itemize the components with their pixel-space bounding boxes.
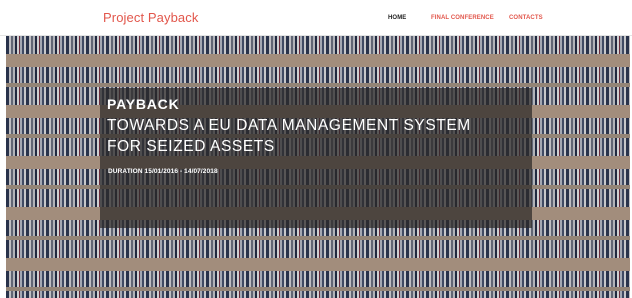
nav-contacts-link[interactable]: CONTACTS <box>509 15 543 21</box>
top-navbar: Project Payback HOME FINAL CONFERENCE CO… <box>0 0 632 36</box>
brand-logo-link[interactable]: Project Payback <box>103 10 198 25</box>
nav-final-conference-link[interactable]: FINAL CONFERENCE <box>431 15 494 21</box>
hero-title: PAYBACK <box>107 96 180 112</box>
project-duration: DURATION 15/01/2016 - 14/07/2018 <box>108 168 218 175</box>
nav-home-link[interactable]: HOME <box>388 15 406 21</box>
hero-subtitle-line-2: FOR SEIZED ASSETS <box>107 138 275 155</box>
hero-subtitle-line-1: TOWARDS A EU DATA MANAGEMENT SYSTEM <box>107 117 471 134</box>
hero-subtitle: TOWARDS A EU DATA MANAGEMENT SYSTEM FOR … <box>107 115 471 157</box>
